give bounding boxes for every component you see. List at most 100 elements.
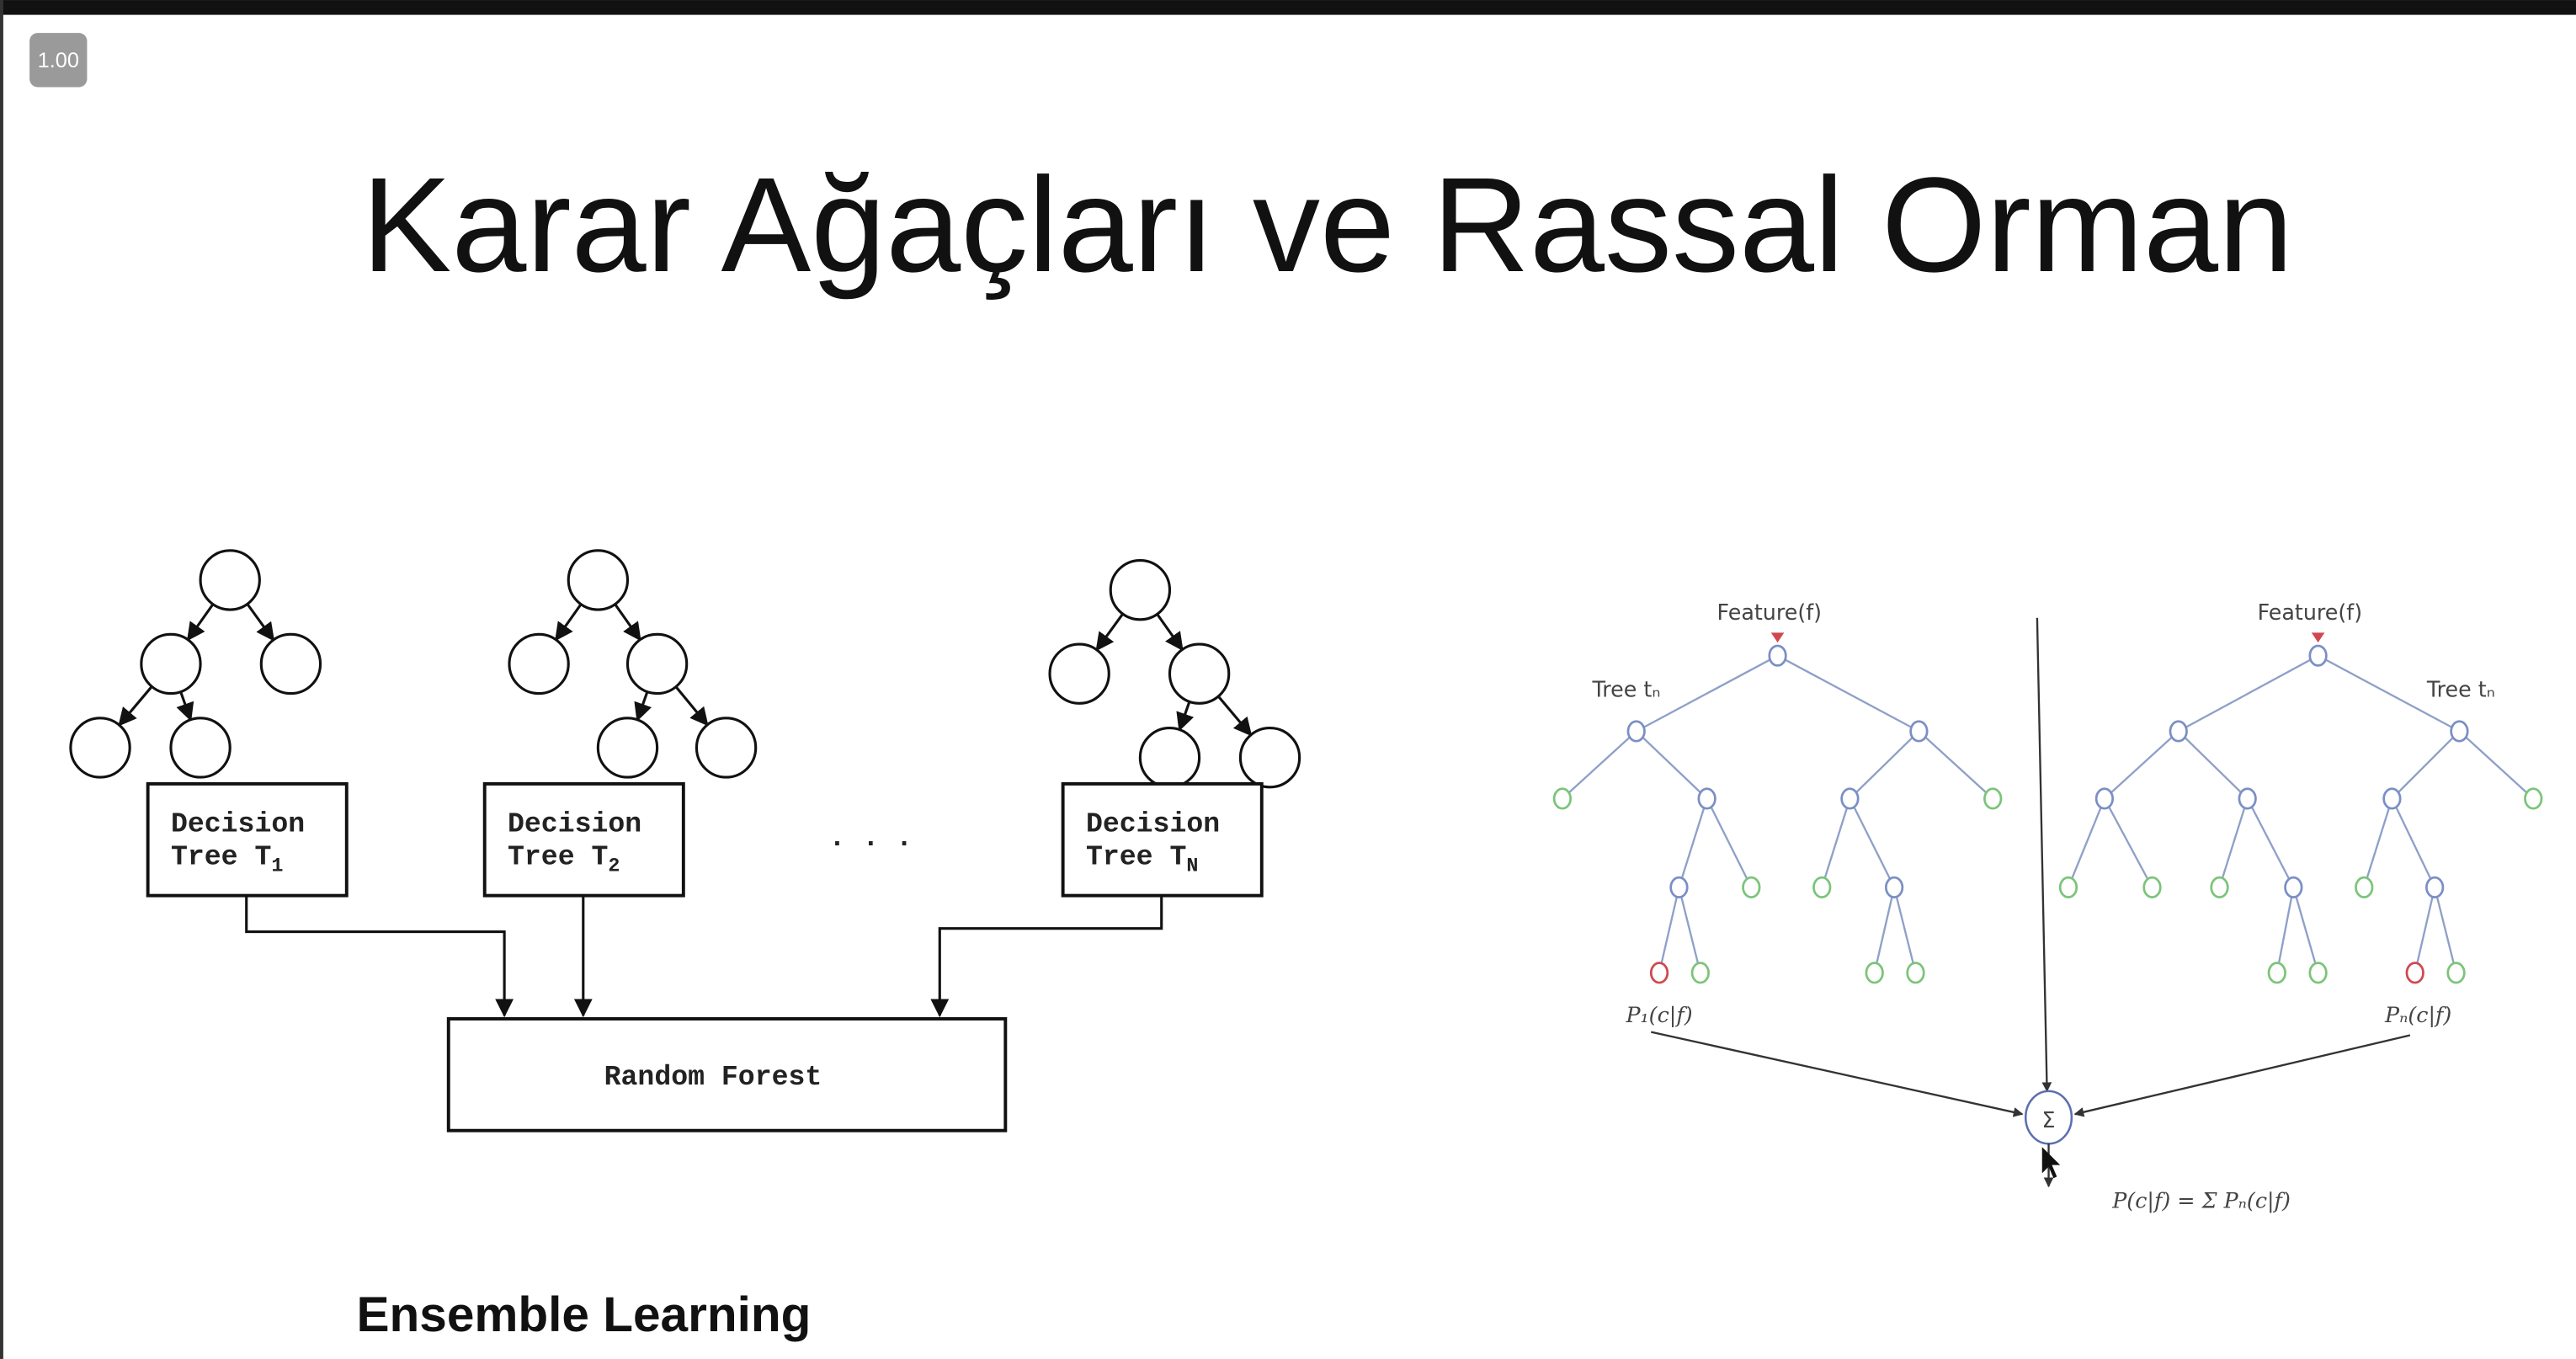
ellipsis: · · · <box>829 828 913 860</box>
tree-edge <box>2178 654 2319 733</box>
leaf-node <box>2142 876 2162 898</box>
tree-edge <box>2391 730 2461 800</box>
random-forest-diagram: DecisionTree T1DecisionTree T2DecisionTr… <box>69 549 1301 1132</box>
leaf-node <box>1812 876 1832 898</box>
decision-tree-label: Tree T2 <box>508 841 620 878</box>
tree-name: Tree T <box>1086 841 1186 873</box>
split-node <box>2169 720 2188 743</box>
tree-edge <box>2218 798 2249 888</box>
tree-edge <box>2246 797 2295 888</box>
tree-edge <box>1777 654 1919 733</box>
sum-symbol: Σ <box>2042 1107 2056 1132</box>
feature-input-marker <box>1770 632 1785 643</box>
tree-edge <box>2363 798 2393 888</box>
tree-edge-arrow <box>246 603 275 642</box>
tree-edge <box>2391 797 2436 888</box>
tree-edge-arrow <box>674 685 709 727</box>
tree-subscript: 2 <box>608 855 620 877</box>
tree-edge <box>2177 730 2249 800</box>
tree-edge-arrow <box>634 691 652 722</box>
predicted-class-node <box>2405 962 2424 984</box>
tree-node <box>1138 727 1201 789</box>
tree-name: Tree T <box>171 841 271 873</box>
tree-edge <box>2458 730 2535 800</box>
leaf-node <box>1906 962 1925 984</box>
tree-name: Tree T <box>508 841 608 873</box>
tree-node <box>259 632 322 695</box>
tree-edge <box>1678 798 1708 888</box>
split-node <box>2284 876 2303 898</box>
tree-edge <box>1678 887 1701 973</box>
tree-node <box>625 632 689 695</box>
tree-edge <box>2434 887 2457 973</box>
decision-tree-1: DecisionTree T1 <box>69 549 349 898</box>
tree-edge <box>2104 730 2179 800</box>
split-node <box>1840 787 1860 810</box>
tree-edge <box>1918 730 1993 800</box>
left-border <box>0 0 3 1359</box>
tree-edge <box>1635 730 1708 800</box>
decision-tree-label: Decision <box>171 808 305 840</box>
tree-subscript: 1 <box>271 855 283 877</box>
pn-arrow <box>2073 1034 2411 1117</box>
zoom-badge[interactable]: 1.00 <box>29 33 88 88</box>
leaf-node <box>2267 962 2286 984</box>
tree-edge-arrow <box>1176 701 1195 732</box>
decision-tree-label: Decision <box>1086 808 1220 840</box>
p1-arrow <box>1651 1031 2024 1117</box>
leaf-node <box>2058 876 2078 898</box>
decision-tree-label: Tree T1 <box>171 841 283 878</box>
tree-edge-arrow <box>1156 613 1184 652</box>
tree-label-n: Tree tₙ <box>2426 676 2495 701</box>
tree-node <box>199 549 261 611</box>
leaf-node <box>1690 962 1710 984</box>
tree-node <box>508 632 570 695</box>
leaf-node <box>2308 962 2328 984</box>
tree-edge <box>1873 887 1896 973</box>
tree-subscript: N <box>1186 855 1198 877</box>
split-node <box>2425 876 2445 898</box>
split-node <box>1909 720 1929 743</box>
feature-arrow <box>2036 617 2052 1093</box>
mouse-cursor-icon <box>2041 1147 2061 1179</box>
feature-label-1: Feature(f) <box>1717 600 1823 625</box>
tree-node <box>169 717 232 779</box>
tree-edge <box>2103 797 2153 888</box>
decision-tree-label: Tree TN <box>1086 841 1198 878</box>
tree-edge <box>2067 798 2105 888</box>
tree-edge <box>1821 798 1851 888</box>
leaf-node <box>2210 876 2229 898</box>
leaf-node <box>2524 787 2543 810</box>
decision-tree-2: DecisionTree T2 <box>482 549 758 898</box>
connector-arrow <box>245 895 514 1018</box>
tree-label-1: Tree tₙ <box>1592 676 1661 701</box>
tree-edge-arrow <box>1217 695 1253 737</box>
tree-edge <box>1892 887 1917 973</box>
split-node <box>2308 644 2328 667</box>
tree-edge-arrow <box>186 603 215 642</box>
ensemble-learning-heading: Ensemble Learning <box>356 1287 811 1342</box>
leaf-node <box>2446 962 2466 984</box>
split-node <box>2450 720 2469 743</box>
split-node <box>2094 787 2115 810</box>
split-node <box>2238 787 2257 810</box>
tree-edge <box>1562 730 1637 800</box>
split-node <box>1697 787 1716 810</box>
tree-edge <box>1849 730 1920 800</box>
random-forest-label: Random Forest <box>604 1061 822 1093</box>
tree-node <box>695 717 758 779</box>
decision-tree-3: DecisionTree TN <box>1048 558 1301 898</box>
tree-node <box>1048 642 1110 705</box>
split-node <box>2382 787 2402 810</box>
tree-node <box>1238 727 1301 789</box>
feature-input-marker <box>2311 632 2325 643</box>
probability-aggregation-diagram: Feature(f) Feature(f) Tree tₙ Tree tₙ P₁(c|f… <box>1552 600 2543 1213</box>
split-node <box>1669 876 1689 898</box>
top-bar <box>0 0 2576 15</box>
tree-edge <box>1849 797 1896 888</box>
p1-label: P₁(c|f) <box>1625 1002 1692 1028</box>
tree-edge <box>2414 887 2436 973</box>
connector-arrow <box>930 895 1163 1018</box>
tree-edge <box>1658 887 1680 973</box>
split-node <box>1884 876 1904 898</box>
